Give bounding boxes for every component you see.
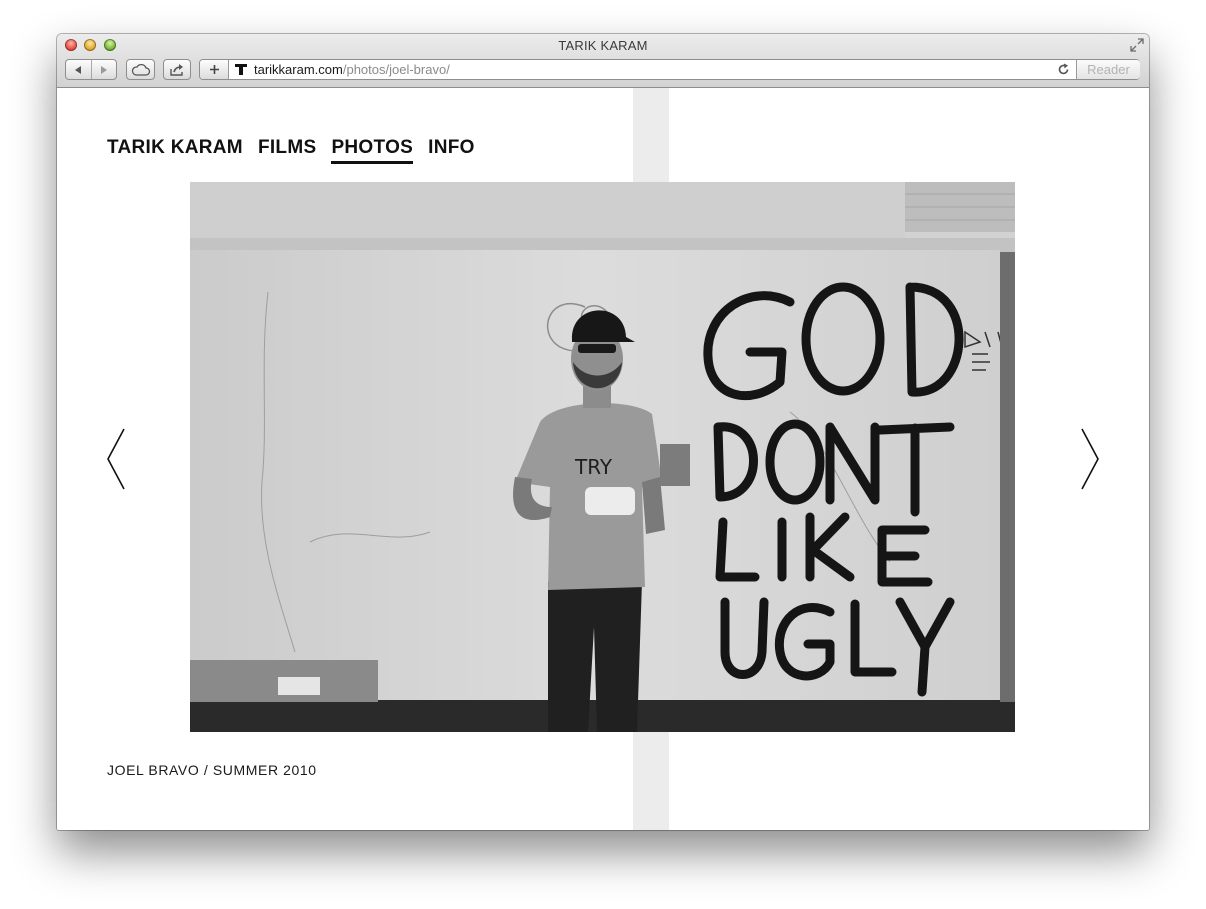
nav-photos[interactable]: PHOTOS — [331, 137, 414, 164]
right-wall-edge — [1000, 252, 1015, 702]
icloud-tabs-button[interactable] — [126, 59, 155, 80]
vent — [278, 677, 320, 695]
share-icon — [170, 63, 183, 76]
page-content: TARIK KARAM FILMS PHOTOS INFO TRY JOEL B… — [57, 88, 1149, 830]
window-title: TARIK KARAM — [558, 38, 648, 53]
address-bar[interactable]: tarikkaram.com/photos/joel-bravo/ Reader — [199, 59, 1140, 80]
browser-window: TARIK KARAM tarikkaram.com/photos/joel-b… — [57, 34, 1149, 830]
shirt-print: TRY — [574, 455, 613, 479]
browser-toolbar: TARIK KARAM tarikkaram.com/photos/joel-b… — [57, 34, 1149, 88]
plus-icon — [209, 65, 219, 74]
forward-button[interactable] — [90, 60, 117, 79]
photo-caption: JOEL BRAVO / SUMMER 2010 — [107, 762, 317, 778]
url-domain: tarikkaram.com — [254, 62, 343, 77]
forward-arrow-icon — [100, 65, 107, 74]
url-path: /photos/joel-bravo/ — [342, 62, 450, 77]
fullscreen-icon[interactable] — [1130, 38, 1144, 52]
back-forward-buttons — [65, 59, 117, 80]
held-container — [585, 487, 635, 515]
nav-info[interactable]: INFO — [428, 137, 475, 164]
url-text[interactable]: tarikkaram.com/photos/joel-bravo/ — [254, 62, 450, 77]
back-button[interactable] — [66, 60, 91, 79]
icloud-icon — [131, 63, 150, 76]
photo: TRY — [190, 182, 1015, 732]
share-button[interactable] — [163, 59, 191, 80]
back-arrow-icon — [75, 65, 82, 74]
reload-icon[interactable] — [1057, 63, 1070, 76]
nav-home[interactable]: TARIK KARAM — [107, 137, 243, 164]
add-bookmark-button[interactable] — [200, 60, 229, 79]
upper-wall — [190, 182, 905, 240]
chevron-left-icon[interactable] — [105, 427, 127, 491]
nav-films[interactable]: FILMS — [258, 137, 317, 164]
held-cup — [660, 444, 690, 486]
wall-cap — [190, 238, 1015, 252]
chevron-right-icon[interactable] — [1079, 427, 1101, 491]
reader-button[interactable]: Reader — [1076, 60, 1140, 79]
favicon-icon — [235, 64, 247, 75]
person-glasses — [578, 344, 616, 353]
site-nav: TARIK KARAM FILMS PHOTOS INFO — [107, 137, 475, 164]
